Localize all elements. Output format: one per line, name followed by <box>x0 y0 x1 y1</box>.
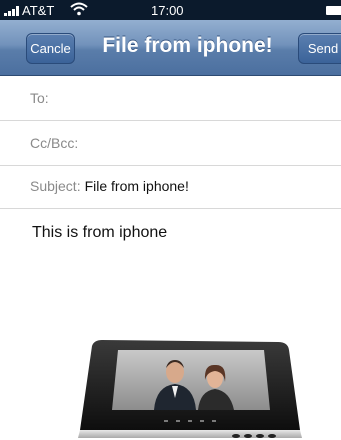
photo-frame-illustration <box>78 340 302 438</box>
battery-icon <box>326 6 341 15</box>
to-label: To: <box>30 90 49 106</box>
cancel-button[interactable]: Cancle <box>26 33 75 64</box>
navigation-bar: Cancle File from iphone! Send <box>0 20 341 76</box>
carrier-name: AT&T <box>22 3 55 18</box>
signal-bars-icon <box>4 5 20 16</box>
to-field[interactable]: To: <box>0 76 341 121</box>
message-body[interactable]: This is from iphone <box>32 224 167 242</box>
subject-label: Subject: <box>30 178 81 194</box>
status-bar: AT&T 17:00 <box>0 0 341 20</box>
attached-photo-frame-image[interactable] <box>78 338 308 440</box>
wifi-icon <box>70 2 88 16</box>
subject-value[interactable]: File from iphone! <box>85 178 189 194</box>
cc-bcc-field[interactable]: Cc/Bcc: <box>0 121 341 166</box>
send-button[interactable]: Send <box>298 33 341 64</box>
page-title: File from iphone! <box>102 34 273 57</box>
cc-bcc-label: Cc/Bcc: <box>30 135 79 151</box>
status-time: 17:00 <box>151 3 184 18</box>
subject-field[interactable]: Subject: File from iphone! <box>0 164 341 209</box>
